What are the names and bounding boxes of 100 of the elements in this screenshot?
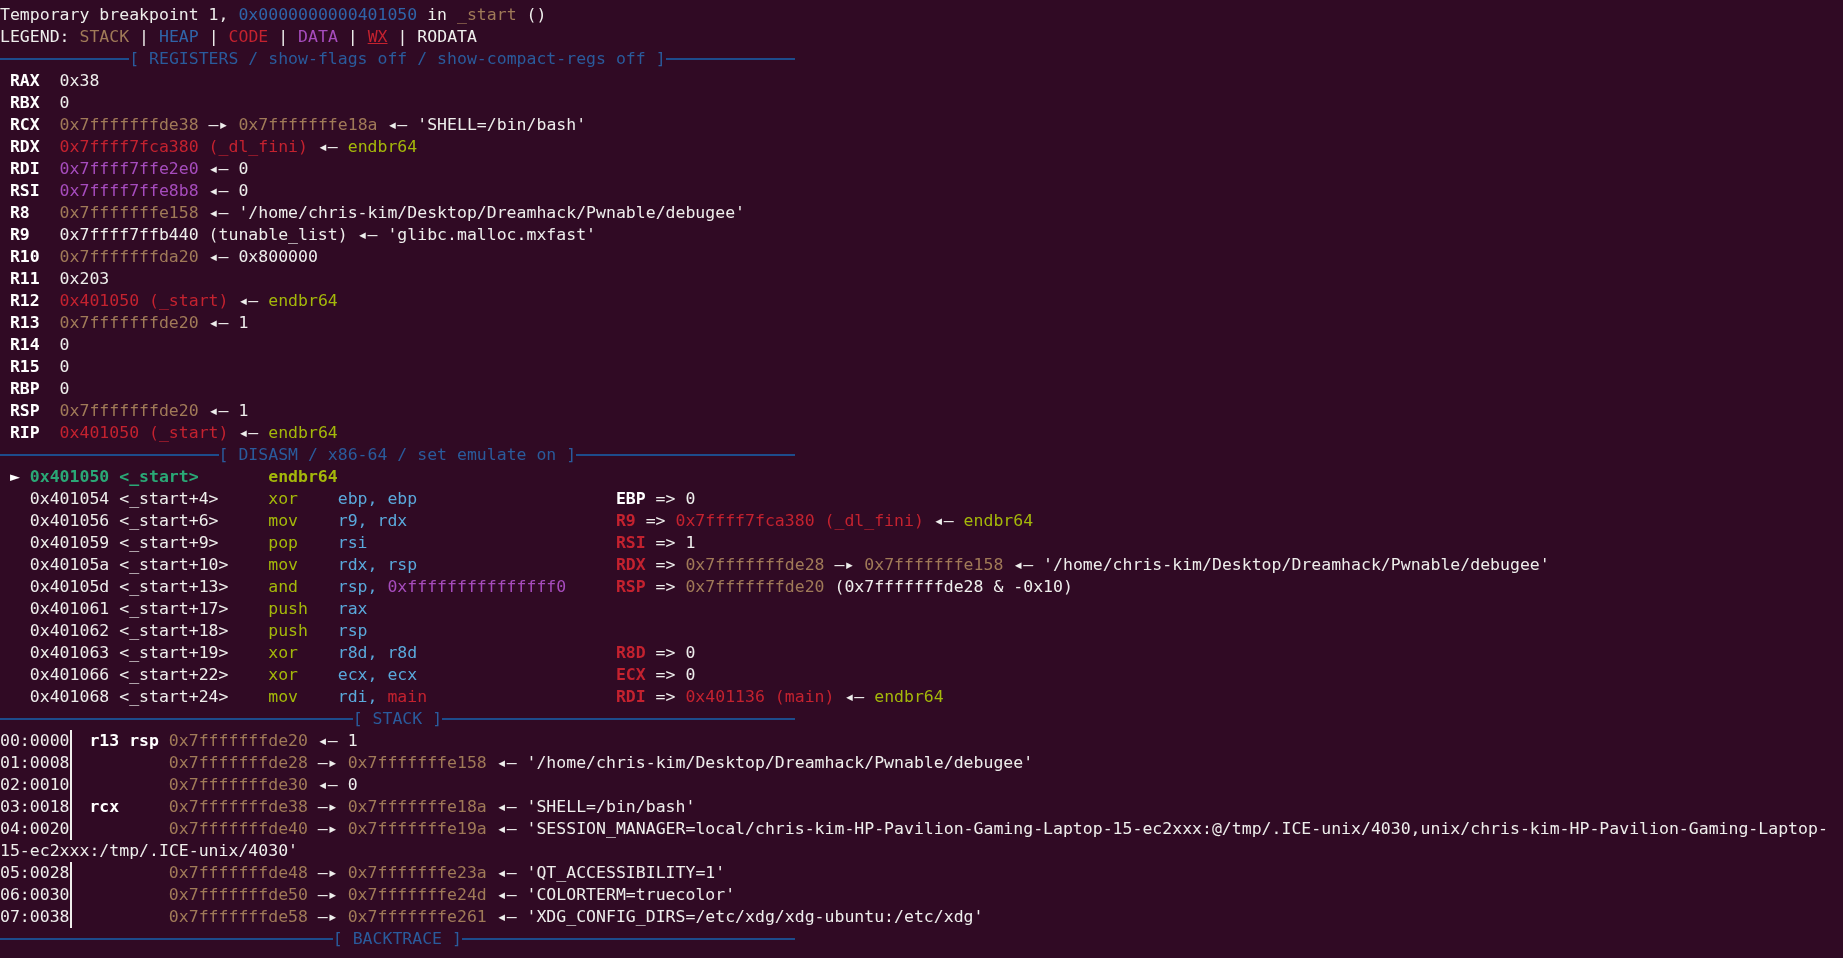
instruction-address: 0x401050: [29, 466, 110, 488]
symbol-offset: <_start+4>: [119, 488, 219, 510]
stack-address-text: 0x7fffffffde38: [168, 796, 308, 818]
stack-address-text: 0x7fffffffde28: [685, 554, 825, 576]
register-name: RBX: [9, 93, 40, 112]
register-name: R14: [9, 335, 40, 354]
register-name: r13 rsp: [89, 731, 159, 750]
terminal-text: ◂— 'SHELL=/bin/bash': [495, 796, 696, 818]
stack-address-text: 0x7fffffffe24d: [347, 884, 487, 906]
instruction-address: 0x40105d: [29, 576, 110, 598]
terminal-text: —▸: [316, 906, 339, 928]
stack-offset: 03:0018: [0, 796, 70, 818]
heap-address-text: 0x0000000000401050: [238, 4, 418, 26]
terminal-text: ◂— 'QT_ACCESSIBILITY=1': [495, 862, 726, 884]
stack-address-text: 0x7fffffffe23a: [347, 862, 487, 884]
register-name: RDI: [9, 159, 40, 178]
code-address-text: 0x401050 (_start): [59, 422, 229, 444]
instruction-address: 0x401061: [29, 598, 110, 620]
symbol-offset: <_start+24>: [119, 686, 229, 708]
terminal-text: ◂— '/home/chris-kim/Desktop/Dreamhack/Pwnable/debugee': [495, 752, 1034, 774]
terminal-text: ◂— 1: [316, 730, 358, 752]
terminal-text: —▸: [316, 796, 339, 818]
instruction-text: endbr64: [874, 686, 944, 708]
stack-address-text: 0x7fffffffe158: [347, 752, 487, 774]
terminal-text: ◂—: [237, 422, 260, 444]
symbol-offset: <_start+19>: [119, 642, 229, 664]
mnemonic-text: mov: [268, 555, 298, 574]
section-header: [ DISASM / x86-64 / set emulate on ]: [218, 444, 577, 466]
section-header: [ STACK ]: [352, 708, 443, 730]
stack-offset: 01:0008: [0, 752, 70, 774]
terminal-text: —▸: [316, 752, 339, 774]
code-address-text: 0x7ffff7fca380 (_dl_fini): [59, 136, 308, 158]
terminal-text: 0: [59, 378, 70, 400]
register-name: R15: [9, 357, 40, 376]
mnemonic-text: and: [268, 577, 298, 596]
terminal-text: => 0: [654, 642, 696, 664]
stack-address-text: _start: [457, 4, 517, 26]
register-name: RSI: [9, 181, 40, 200]
terminal-text: 0x203: [59, 268, 110, 290]
terminal-text: ◂— 0x800000: [207, 246, 318, 268]
stack-address-text: 0x7fffffffda20: [59, 246, 199, 268]
mnemonic-text: xor: [268, 643, 298, 662]
terminal-text: ◂— 0: [316, 774, 358, 796]
stack-offset: 04:0020: [0, 818, 70, 840]
heap-address-text: HEAP: [158, 26, 199, 48]
current-line-marker: ►: [9, 467, 20, 486]
instruction-text: endbr64: [268, 422, 338, 444]
section-header: [ REGISTERS / show-flags off / show-compact-regs off ]: [129, 48, 666, 70]
register-label: R9: [615, 510, 636, 532]
instruction-address: 0x401068: [29, 686, 110, 708]
stack-address-text: 0x7fffffffe158: [864, 554, 1004, 576]
stack-address-text: 0x7fffffffde30: [168, 774, 308, 796]
operand-text: rdi,: [337, 686, 379, 708]
register-name: R9: [9, 225, 30, 244]
instruction-address: 0x401062: [29, 620, 110, 642]
terminal-text: =>: [644, 510, 667, 532]
register-name: RIP: [9, 423, 40, 442]
stack-address-text: 0x7fffffffe158: [59, 202, 199, 224]
terminal-text: ◂—: [843, 686, 866, 708]
terminal-text: ◂—: [316, 136, 339, 158]
terminal-text: ◂— 'XDG_CONFIG_DIRS=/etc/xdg/xdg-ubuntu:/etc/xdg': [495, 906, 984, 928]
instruction-text: endbr64: [268, 290, 338, 312]
stack-address-text: STACK: [79, 26, 130, 48]
stack-offset: 02:0010: [0, 774, 70, 796]
instruction-address: 0x401059: [29, 532, 110, 554]
mnemonic-text: endbr64: [268, 467, 338, 486]
terminal-text: (0x7fffffffde28 & -0x10): [833, 576, 1073, 598]
register-name: R12: [9, 291, 40, 310]
mnemonic-text: mov: [268, 511, 298, 530]
stack-offset: 07:0038: [0, 906, 70, 928]
mnemonic-text: xor: [268, 665, 298, 684]
stack-address-text: 0x7fffffffde28: [168, 752, 308, 774]
terminal-text: =>: [654, 686, 677, 708]
code-address-text: 0x7ffff7fca380 (_dl_fini): [675, 510, 924, 532]
instruction-address: 0x401063: [29, 642, 110, 664]
stack-address-text: 0x7fffffffde20: [59, 400, 199, 422]
terminal-text: —▸: [833, 554, 856, 576]
register-label: RDX: [615, 554, 646, 576]
operand-text: ecx, ecx: [337, 664, 418, 686]
terminal-text: |: [207, 26, 220, 48]
stack-address-text: 0x7fffffffde20: [685, 576, 825, 598]
register-name: R11: [9, 269, 40, 288]
register-label: ECX: [615, 664, 646, 686]
register-name: RAX: [9, 71, 40, 90]
terminal-text: =>: [654, 576, 677, 598]
data-address-text: 0xfffffffffffffff0: [387, 576, 567, 598]
terminal-text: 15-ec2xxx:/tmp/.ICE-unix/4030': [0, 840, 298, 862]
terminal-text: ◂—: [932, 510, 955, 532]
operand-text: r9, rdx: [337, 510, 408, 532]
symbol-offset: <_start+10>: [119, 554, 229, 576]
stack-address-text: 0x7fffffffde48: [168, 862, 308, 884]
terminal-text: ◂— '/home/chris-kim/Desktop/Dreamhack/Pwnable/debugee': [207, 202, 746, 224]
symbol-offset: <_start+18>: [119, 620, 229, 642]
instruction-address: 0x40105a: [29, 554, 110, 576]
terminal-text: Temporary breakpoint 1,: [0, 4, 230, 26]
terminal-text: =>: [654, 554, 677, 576]
register-name: RDX: [9, 137, 40, 156]
code-address-text: main: [387, 686, 428, 708]
terminal-text: ◂— '/home/chris-kim/Desktop/Dreamhack/Pwnable/debugee': [1012, 554, 1550, 576]
data-address-text: 0x7ffff7ffe2e0: [59, 158, 199, 180]
